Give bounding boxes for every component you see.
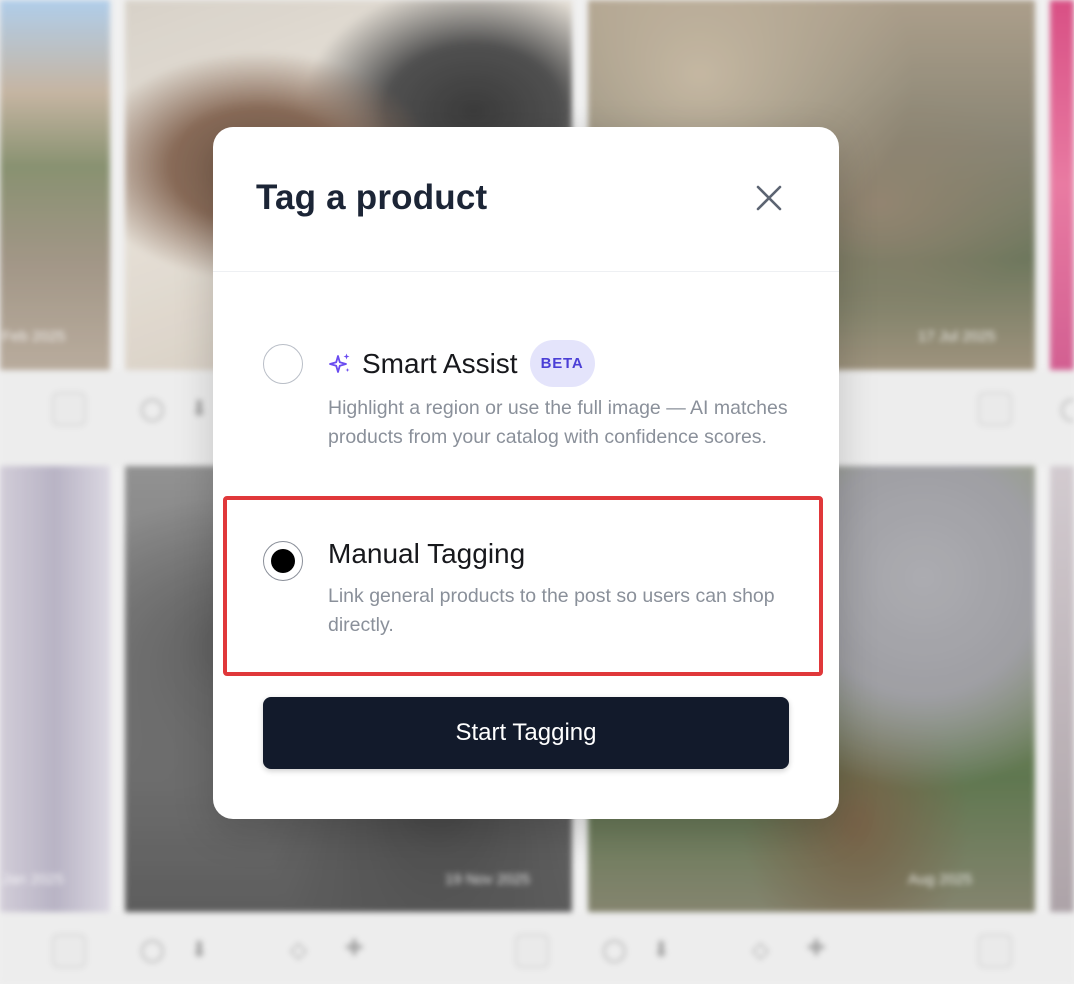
option-title-row: Manual Tagging bbox=[328, 538, 525, 570]
radio-manual-tagging[interactable] bbox=[263, 541, 303, 581]
beta-badge: BETA bbox=[529, 340, 595, 387]
tag-product-dialog: Tag a product Smart Assist BETA Highligh… bbox=[213, 127, 839, 819]
option-description: Link general products to the post so use… bbox=[328, 585, 775, 636]
option-title-row: Smart Assist BETA bbox=[328, 340, 595, 387]
dialog-header: Tag a product bbox=[213, 127, 839, 272]
option-title: Manual Tagging bbox=[328, 538, 526, 569]
start-tagging-button[interactable]: Start Tagging bbox=[263, 697, 789, 769]
option-manual-tagging[interactable]: Manual Tagging Link general products to … bbox=[223, 496, 823, 676]
option-description: Highlight a region or use the full image… bbox=[328, 397, 788, 448]
sparkle-icon bbox=[329, 353, 350, 373]
radio-selected-dot bbox=[271, 549, 295, 573]
close-icon[interactable] bbox=[755, 184, 783, 212]
dialog-title: Tag a product bbox=[256, 178, 488, 217]
radio-smart-assist[interactable] bbox=[263, 344, 303, 384]
option-title: Smart Assist bbox=[362, 347, 518, 379]
option-smart-assist[interactable]: Smart Assist BETA Highlight a region or … bbox=[223, 340, 823, 482]
